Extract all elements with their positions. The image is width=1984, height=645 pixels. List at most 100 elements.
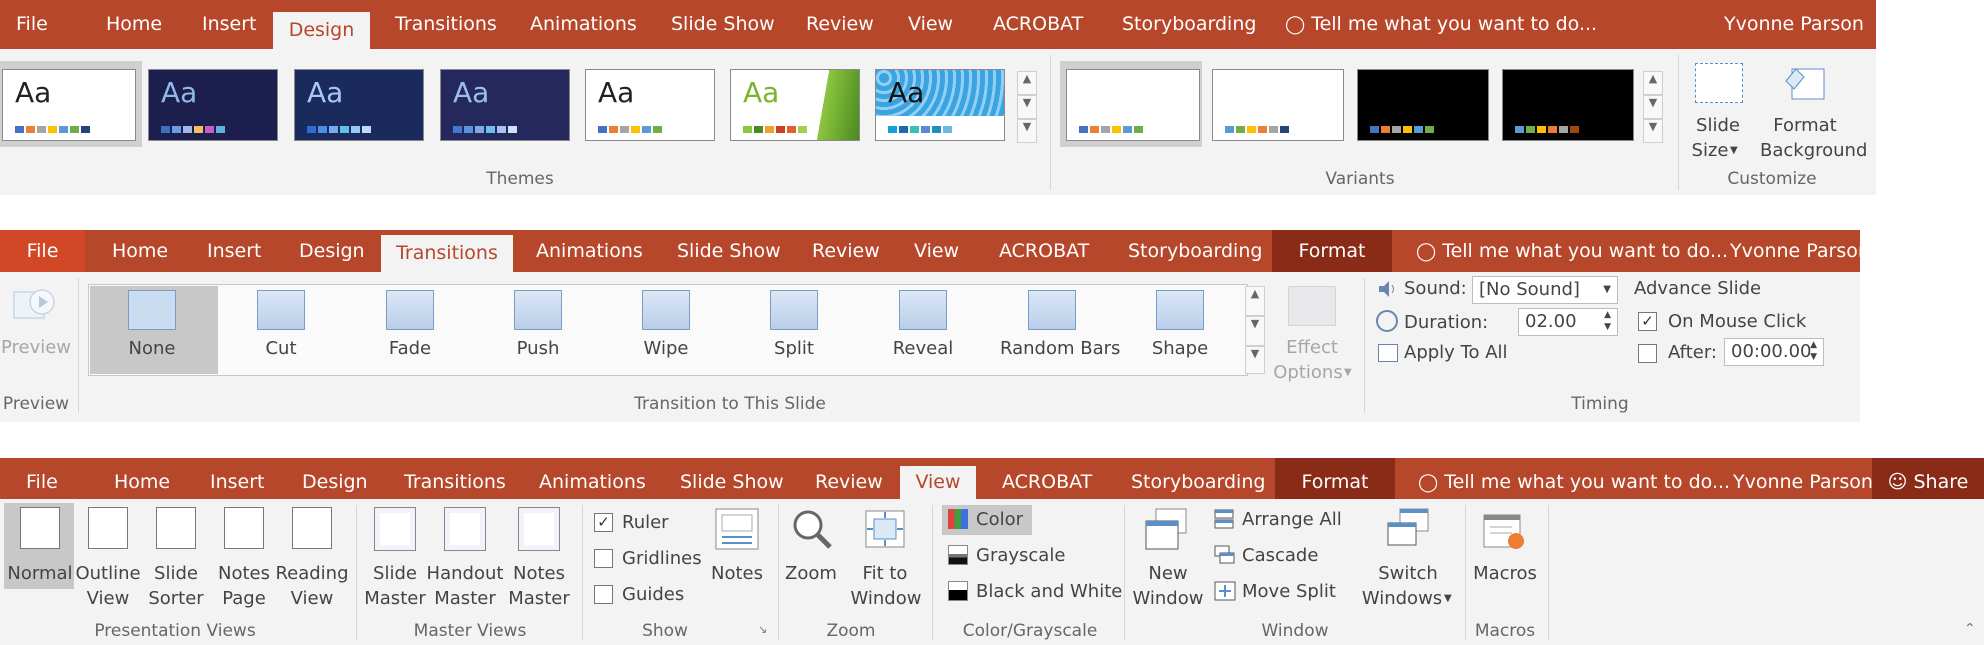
tab-acrobat[interactable]: ACROBAT [993, 0, 1083, 49]
zoom-magnifier-icon[interactable] [790, 507, 834, 551]
collapse-ribbon-icon[interactable]: ⌃ [1964, 621, 1976, 637]
guides-checkbox[interactable] [594, 585, 613, 604]
switch-windows-line2[interactable]: Windows [1360, 586, 1444, 611]
sound-dropdown[interactable]: [No Sound] ▼ [1472, 276, 1618, 304]
themes-scroll-down[interactable]: ▼ [1017, 95, 1037, 119]
format-background-icon[interactable] [1782, 63, 1828, 103]
transition-wipe-label[interactable]: Wipe [614, 336, 718, 361]
theme-dark-blue-2[interactable]: Aa [294, 69, 424, 141]
duration-spinner[interactable]: 02.00 ▲ ▼ [1518, 308, 1618, 336]
tab-animations[interactable]: Animations [539, 458, 646, 499]
theme-green-facet[interactable]: Aa [730, 69, 860, 141]
switch-windows-dropdown-arrow[interactable]: ▼ [1444, 586, 1452, 611]
tab-acrobat[interactable]: ACROBAT [1002, 458, 1092, 499]
transition-shape-label[interactable]: Shape [1128, 336, 1232, 361]
notes-page-label-2[interactable]: Page [206, 586, 282, 611]
tab-acrobat[interactable]: ACROBAT [999, 230, 1089, 272]
slide-size-line1[interactable]: Slide [1688, 113, 1748, 138]
tab-home[interactable]: Home [106, 0, 162, 49]
theme-blue-pattern[interactable]: Aa [875, 69, 1005, 141]
slide-master-label-1[interactable]: Slide [356, 561, 434, 586]
black-and-white-button[interactable]: Black and White [976, 579, 1122, 604]
transition-split-label[interactable]: Split [742, 336, 846, 361]
tab-format[interactable]: Format [1272, 230, 1392, 272]
tab-file[interactable]: File [0, 230, 85, 272]
black-white-swatch-icon[interactable] [948, 581, 968, 601]
themes-scroll-up[interactable]: ▲ [1017, 71, 1037, 95]
zoom-button-label[interactable]: Zoom [780, 561, 842, 586]
tab-insert[interactable]: Insert [210, 458, 265, 499]
transition-random-bars-icon[interactable] [1028, 290, 1076, 330]
notes-icon[interactable] [714, 507, 760, 551]
effect-options-dropdown-arrow[interactable]: ▼ [1344, 360, 1352, 385]
tab-storyboarding[interactable]: Storyboarding [1131, 458, 1265, 499]
outline-view-label-2[interactable]: View [70, 586, 146, 611]
slide-master-icon[interactable] [374, 507, 416, 551]
format-background-line2[interactable]: Background [1760, 138, 1867, 163]
tab-file[interactable]: File [26, 458, 58, 499]
format-background-line1[interactable]: Format [1772, 113, 1838, 138]
variants-scroll-up[interactable]: ▲ [1643, 71, 1663, 95]
tab-view[interactable]: View [908, 0, 953, 49]
preview-icon[interactable] [12, 284, 60, 324]
cascade-button[interactable]: Cascade [1242, 543, 1318, 568]
new-window-icon[interactable] [1144, 507, 1190, 551]
transitions-scroll-down[interactable]: ▼ [1245, 316, 1265, 346]
after-checkbox[interactable] [1638, 344, 1657, 363]
cascade-icon[interactable] [1214, 545, 1236, 565]
tab-transitions[interactable]: Transitions [404, 458, 506, 499]
transition-none-label[interactable]: None [100, 336, 204, 361]
tab-design[interactable]: Design [273, 12, 370, 49]
variant-1[interactable] [1066, 69, 1200, 141]
tab-format[interactable]: Format [1275, 458, 1395, 499]
tab-slide-show[interactable]: Slide Show [680, 458, 784, 499]
transition-push-icon[interactable] [514, 290, 562, 330]
transition-fade-label[interactable]: Fade [358, 336, 462, 361]
new-window-line2[interactable]: Window [1130, 586, 1206, 611]
notes-master-label-1[interactable]: Notes [500, 561, 578, 586]
transition-push-label[interactable]: Push [486, 336, 590, 361]
fit-to-window-icon[interactable] [862, 507, 908, 551]
transitions-scroll-up[interactable]: ▲ [1245, 286, 1265, 316]
tab-transitions[interactable]: Transitions [395, 0, 497, 49]
variant-4[interactable] [1502, 69, 1634, 141]
transitions-more-button[interactable]: ▼ [1245, 346, 1265, 374]
preview-button-label[interactable]: Preview [0, 335, 72, 360]
spinner-arrows-icon[interactable]: ▲ ▼ [1810, 339, 1817, 363]
normal-icon[interactable] [20, 507, 60, 549]
normal-label-1[interactable]: Normal [2, 561, 78, 586]
arrange-all-button[interactable]: Arrange All [1242, 507, 1342, 532]
effect-options-icon[interactable] [1288, 286, 1336, 326]
ruler-checkbox[interactable]: ✓ [594, 513, 613, 532]
slide-sorter-label-1[interactable]: Slide [138, 561, 214, 586]
themes-more-button[interactable]: ▼ [1017, 119, 1037, 143]
color-swatch-icon[interactable] [948, 509, 968, 529]
transition-cut-label[interactable]: Cut [229, 336, 333, 361]
transition-reveal-label[interactable]: Reveal [871, 336, 975, 361]
slide-size-dropdown-arrow[interactable]: ▼ [1730, 138, 1738, 163]
reading-view-icon[interactable] [292, 507, 332, 549]
outline-view-icon[interactable] [88, 507, 128, 549]
outline-view-label-1[interactable]: Outline [70, 561, 146, 586]
switch-windows-icon[interactable] [1386, 507, 1432, 551]
fit-to-window-line1[interactable]: Fit to [852, 561, 918, 586]
tab-file[interactable]: File [16, 0, 48, 49]
variant-2[interactable] [1212, 69, 1344, 141]
gridlines-checkbox[interactable] [594, 549, 613, 568]
slide-size-icon[interactable] [1695, 63, 1743, 103]
tab-animations[interactable]: Animations [536, 230, 643, 272]
transition-split-icon[interactable] [770, 290, 818, 330]
transition-reveal-icon[interactable] [899, 290, 947, 330]
tab-review[interactable]: Review [806, 0, 874, 49]
share-button[interactable]: ☺ Share [1872, 458, 1984, 499]
after-spinner[interactable]: 00:00.00 ▲ ▼ [1724, 338, 1824, 366]
tab-design[interactable]: Design [299, 230, 365, 272]
color-button[interactable]: Color [976, 507, 1023, 532]
transition-shape-icon[interactable] [1156, 290, 1204, 330]
transition-wipe-icon[interactable] [642, 290, 690, 330]
tab-design[interactable]: Design [302, 458, 368, 499]
switch-windows-line1[interactable]: Switch [1372, 561, 1444, 586]
tell-me-search[interactable]: ◯ Tell me what you want to do... [1418, 458, 1730, 499]
variants-scroll-down[interactable]: ▼ [1643, 95, 1663, 119]
theme-dark-blue-1[interactable]: Aa [148, 69, 278, 141]
